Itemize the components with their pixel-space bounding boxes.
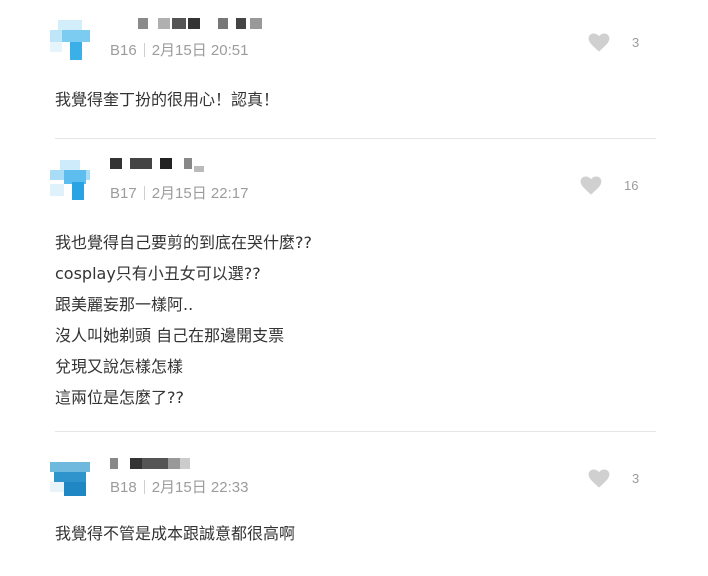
comment-line: 我覺得奎丁扮的很用心！認真！ xyxy=(55,90,280,109)
avatar[interactable] xyxy=(50,160,90,200)
floor-number[interactable]: B17 xyxy=(110,185,137,202)
comment-time: 2月15日 20:51 xyxy=(151,42,249,59)
like-button[interactable]: 3 xyxy=(588,33,639,52)
comment-line: 這兩位是怎麼了?? xyxy=(55,388,184,407)
comment-line: 沒人叫她剃頭 自己在那邊開支票 xyxy=(55,326,285,345)
username-redacted[interactable] xyxy=(138,18,273,29)
comment-line: 兌現又說怎樣怎樣 xyxy=(55,357,184,376)
divider xyxy=(55,138,656,139)
meta-divider xyxy=(143,480,145,494)
avatar[interactable] xyxy=(50,20,90,60)
comment-body: 我也覺得自己要剪的到底在哭什麼?? cosplay只有小丑女可以選?? 跟美麗妄… xyxy=(55,227,312,413)
comment-line: 我也覺得自己要剪的到底在哭什麼?? xyxy=(55,233,312,252)
comment-line: 跟美麗妄那一樣阿.. xyxy=(55,295,194,314)
meta-divider xyxy=(143,43,145,57)
heart-icon xyxy=(588,33,610,52)
comment-line: 我覺得不管是成本跟誠意都很高啊 xyxy=(55,524,296,543)
username-redacted[interactable] xyxy=(110,458,190,469)
floor-number[interactable]: B18 xyxy=(110,479,137,496)
comment-line: cosplay只有小丑女可以選?? xyxy=(55,264,261,283)
like-count: 3 xyxy=(632,35,640,50)
avatar[interactable] xyxy=(50,456,90,496)
comment-meta: B17 2月15日 22:17 xyxy=(110,182,248,203)
comment-meta: B18 2月15日 22:33 xyxy=(110,476,248,497)
floor-number[interactable]: B16 xyxy=(110,42,137,59)
comment-body: 我覺得不管是成本跟誠意都很高啊 xyxy=(55,518,295,549)
divider xyxy=(55,431,656,432)
heart-icon xyxy=(580,176,602,195)
comment-body: 我覺得奎丁扮的很用心！認真！ xyxy=(55,84,279,115)
username-redacted[interactable] xyxy=(110,158,205,172)
like-count: 3 xyxy=(632,471,640,486)
like-button[interactable]: 16 xyxy=(580,176,638,195)
meta-divider xyxy=(143,186,145,200)
comment-meta: B16 2月15日 20:51 xyxy=(110,39,248,60)
comment-time: 2月15日 22:33 xyxy=(151,479,249,496)
comment-time: 2月15日 22:17 xyxy=(151,185,249,202)
heart-icon xyxy=(588,469,610,488)
like-button[interactable]: 3 xyxy=(588,469,639,488)
like-count: 16 xyxy=(624,178,639,193)
